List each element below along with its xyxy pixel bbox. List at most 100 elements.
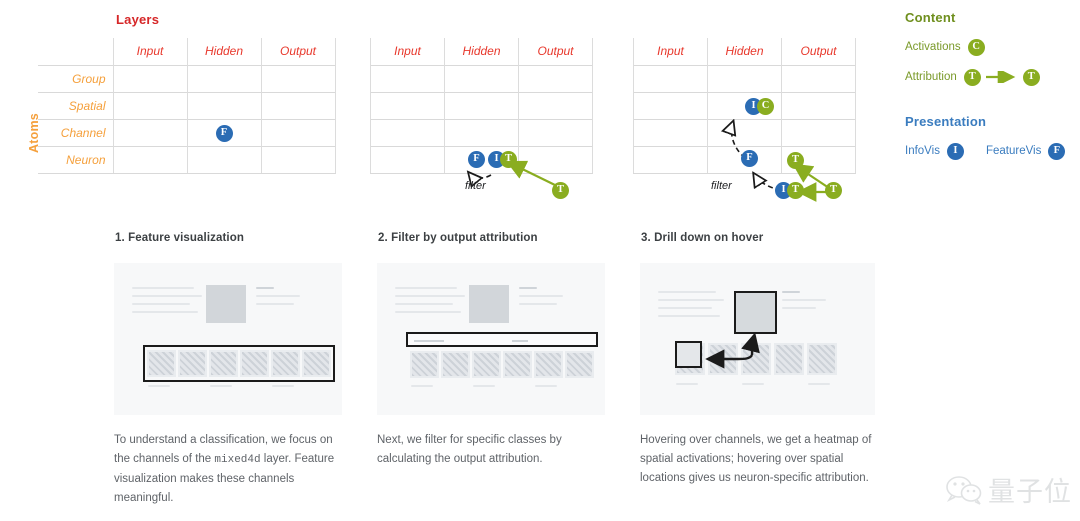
row-label-channel: Channel <box>38 118 113 146</box>
matrix-row-neuron: Neuron <box>38 145 336 174</box>
filter-label: filter <box>465 180 486 192</box>
badge-attribution-t-to: T <box>1022 68 1040 86</box>
cell-group-input <box>112 64 187 92</box>
legend-row-presentation: InfoVis I FeatureVis F <box>905 140 1080 162</box>
legend-arrow-icon <box>985 71 1019 83</box>
column-header-input: Input <box>112 38 187 65</box>
cell-group-output <box>781 64 856 92</box>
layers-axis-title: Layers <box>116 12 160 27</box>
legend-label-activations: Activations <box>905 41 961 53</box>
legend: Content Activations C Attribution T T Pr… <box>905 10 1080 170</box>
badge-attribution-t-output: T <box>552 182 569 199</box>
cell-spatial-output <box>781 91 856 119</box>
filter-label-lower: filter <box>711 180 732 192</box>
cell-group-input <box>633 64 708 92</box>
legend-heading-content: Content <box>905 10 956 25</box>
highlight-filter-bar <box>406 332 598 347</box>
badge-attribution-t: T <box>500 151 517 168</box>
step-1-title: 1. Feature visualization <box>115 232 244 244</box>
cell-neuron-input <box>112 145 187 174</box>
legend-row-attribution: Attribution T T <box>905 66 1080 88</box>
badge-featurevis-f-channel: F <box>741 150 758 167</box>
mock-hero-image <box>469 285 509 323</box>
step-2-thumbnail[interactable] <box>377 263 605 415</box>
matrix-table-1: Input Hidden Output Group Spatial Channe… <box>38 38 336 174</box>
diagram-region: Layers Atoms Input Hidden Output Group S… <box>0 0 1080 225</box>
cell-group-hidden <box>444 64 519 92</box>
badge-infovis-i: I <box>946 142 964 160</box>
cell-channel-output <box>781 118 856 146</box>
step-1-caption-code: mixed4d <box>214 454 261 466</box>
corner-cell <box>38 38 113 65</box>
legend-heading-presentation: Presentation <box>905 114 987 129</box>
cell-neuron-output <box>518 145 593 174</box>
cell-spatial-input <box>633 91 708 119</box>
matrix-row-group: Group <box>38 64 336 92</box>
legend-row-activations: Activations C <box>905 36 1080 58</box>
badge-attribution-t-neuron: T <box>787 182 804 199</box>
highlight-drill-target <box>675 341 702 368</box>
column-header-hidden: Hidden <box>444 38 519 65</box>
cell-spatial-hidden <box>444 91 519 119</box>
cell-spatial-output <box>518 91 593 119</box>
matrix-row-spatial <box>370 91 593 119</box>
cell-channel-hidden <box>444 118 519 146</box>
step-2-caption: Next, we filter for specific classes by … <box>377 431 605 470</box>
step-2-title: 2. Filter by output attribution <box>378 232 538 244</box>
badge-attribution-t-from: T <box>963 68 981 86</box>
row-label-spatial: Spatial <box>38 91 113 119</box>
matrix-header-row: Input Hidden Output <box>370 38 593 65</box>
cell-group-hidden <box>707 64 782 92</box>
cell-neuron-hidden <box>186 145 261 174</box>
cell-channel-input <box>370 118 445 146</box>
step-3-caption-pre: Hovering over channels, we get a heatmap… <box>640 434 872 484</box>
mock-page <box>640 263 875 415</box>
step-3-title: 3. Drill down on hover <box>641 232 764 244</box>
step-2: 2. Filter by output attribution Next, we… <box>377 232 605 470</box>
cell-channel-input <box>112 118 187 146</box>
cell-neuron-input <box>370 145 445 174</box>
step-3-thumbnail[interactable] <box>640 263 875 415</box>
cell-channel-output <box>260 118 336 146</box>
badge-featurevis-f: F <box>215 124 233 142</box>
step-1-caption: To understand a classification, we focus… <box>114 431 342 508</box>
cell-spatial-hidden <box>186 91 261 119</box>
badge-attribution-t-source: T <box>825 182 842 199</box>
highlight-tile-row <box>143 345 335 382</box>
cell-group-output <box>260 64 336 92</box>
cell-spatial-output <box>260 91 336 119</box>
matrix-row-spatial: Spatial <box>38 91 336 119</box>
column-header-output: Output <box>781 38 856 65</box>
watermark: 量子位 <box>946 470 1072 509</box>
column-header-hidden: Hidden <box>186 38 261 65</box>
dashed-filter-arrow <box>469 173 492 178</box>
row-label-neuron: Neuron <box>38 145 113 174</box>
badge-featurevis-f: F <box>468 151 485 168</box>
cell-neuron-input <box>633 145 708 174</box>
column-header-input: Input <box>633 38 708 65</box>
legend-label-featurevis: FeatureVis <box>985 145 1042 157</box>
badge-activations-c-spatial: C <box>757 98 774 115</box>
matrix-row-group <box>370 64 593 92</box>
badge-activations-c: C <box>967 38 985 56</box>
cell-neuron-output <box>260 145 336 174</box>
cell-channel-hidden: F <box>186 118 261 146</box>
highlight-hover-detail <box>734 291 777 334</box>
cell-spatial-input <box>112 91 187 119</box>
mock-page <box>114 263 342 415</box>
step-3-caption: Hovering over channels, we get a heatmap… <box>640 431 875 489</box>
matrix-header-row: Input Hidden Output <box>633 38 856 65</box>
row-label-group: Group <box>38 64 113 92</box>
matrix-row-channel: Channel F <box>38 118 336 146</box>
step-1-thumbnail[interactable] <box>114 263 342 415</box>
watermark-text: 量子位 <box>988 477 1072 508</box>
column-header-input: Input <box>370 38 445 65</box>
legend-label-infovis: InfoVis <box>905 145 940 157</box>
cell-group-input <box>370 64 445 92</box>
column-header-output: Output <box>260 38 336 65</box>
badge-featurevis-f-legend: F <box>1048 142 1066 160</box>
matrix-row-channel <box>370 118 593 146</box>
wechat-icon <box>946 475 982 505</box>
matrix-row-group <box>633 64 856 92</box>
cell-channel-hidden <box>707 118 782 146</box>
